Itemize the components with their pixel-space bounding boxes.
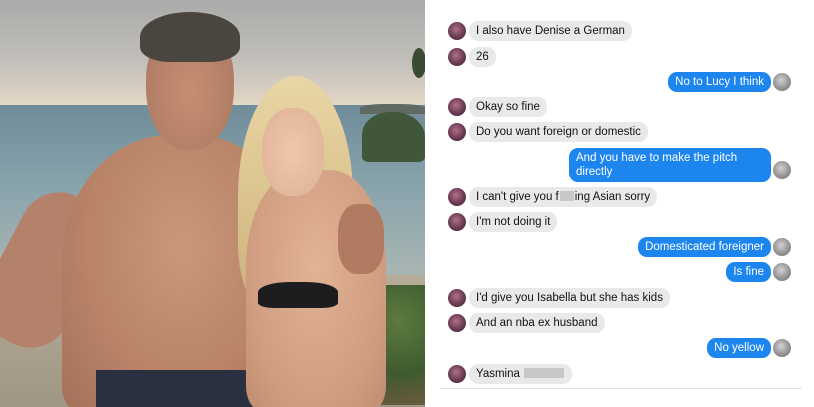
contact-avatar-icon	[448, 314, 466, 332]
user-avatar-icon	[773, 263, 791, 281]
outgoing-message: Domesticated foreigner	[638, 237, 771, 257]
contact-avatar-icon	[448, 213, 466, 231]
contact-avatar-icon	[448, 123, 466, 141]
incoming-message: Okay so fine	[469, 97, 547, 117]
incoming-message: Yasmina	[469, 364, 573, 384]
incoming-message: 26	[469, 47, 496, 67]
photo-man-hand	[338, 204, 384, 274]
photo-bikini	[258, 282, 338, 308]
message-text-part: Yasmina	[476, 368, 520, 380]
message-row: I'd give you Isabella but she has kids	[440, 288, 802, 308]
message-row: And you have to make the pitch directly	[440, 148, 802, 182]
photo	[0, 0, 425, 407]
user-avatar-icon	[773, 339, 791, 357]
message-row: I can't give you f ing Asian sorry	[440, 187, 802, 207]
contact-avatar-icon	[448, 22, 466, 40]
message-row: Do you want foreign or domestic	[440, 122, 802, 142]
outgoing-message: No yellow	[707, 338, 771, 358]
chat-transcript[interactable]: I also have Denise a German 26 No to Luc…	[440, 0, 802, 388]
incoming-message: And an nba ex husband	[469, 313, 605, 333]
outgoing-message: And you have to make the pitch directly	[569, 148, 771, 182]
user-avatar-icon	[773, 73, 791, 91]
contact-avatar-icon	[448, 188, 466, 206]
redaction-block	[559, 191, 574, 201]
outgoing-message: Is fine	[726, 262, 771, 282]
message-row: No to Lucy I think	[440, 72, 802, 92]
photo-woman-face	[262, 108, 324, 196]
contact-avatar-icon	[448, 289, 466, 307]
message-row: Is fine	[440, 262, 802, 282]
message-row: And an nba ex husband	[440, 313, 802, 333]
incoming-message: I'd give you Isabella but she has kids	[469, 288, 670, 308]
incoming-message: I also have Denise a German	[469, 21, 632, 41]
message-row: Okay so fine	[440, 97, 802, 117]
message-row: Yasmina	[440, 364, 802, 384]
photo-trees	[362, 112, 425, 162]
user-avatar-icon	[773, 238, 791, 256]
message-row: Domesticated foreigner	[440, 237, 802, 257]
message-text-part: ing Asian sorry	[574, 191, 651, 203]
user-avatar-icon	[773, 161, 791, 179]
photo-palm	[412, 48, 425, 78]
photo-man-hair	[140, 12, 240, 62]
divider	[440, 388, 802, 389]
message-row: I also have Denise a German	[440, 21, 802, 41]
incoming-message: I can't give you f ing Asian sorry	[469, 187, 658, 207]
incoming-message: Do you want foreign or domestic	[469, 122, 648, 142]
message-row: No yellow	[440, 338, 802, 358]
outgoing-message: No to Lucy I think	[668, 72, 771, 92]
message-row: I'm not doing it	[440, 212, 802, 232]
redaction-block	[524, 368, 565, 378]
incoming-message: I'm not doing it	[469, 212, 558, 232]
contact-avatar-icon	[448, 48, 466, 66]
contact-avatar-icon	[448, 365, 466, 383]
message-text-part: I can't give you f	[476, 191, 559, 203]
message-row: 26	[440, 47, 802, 67]
contact-avatar-icon	[448, 98, 466, 116]
